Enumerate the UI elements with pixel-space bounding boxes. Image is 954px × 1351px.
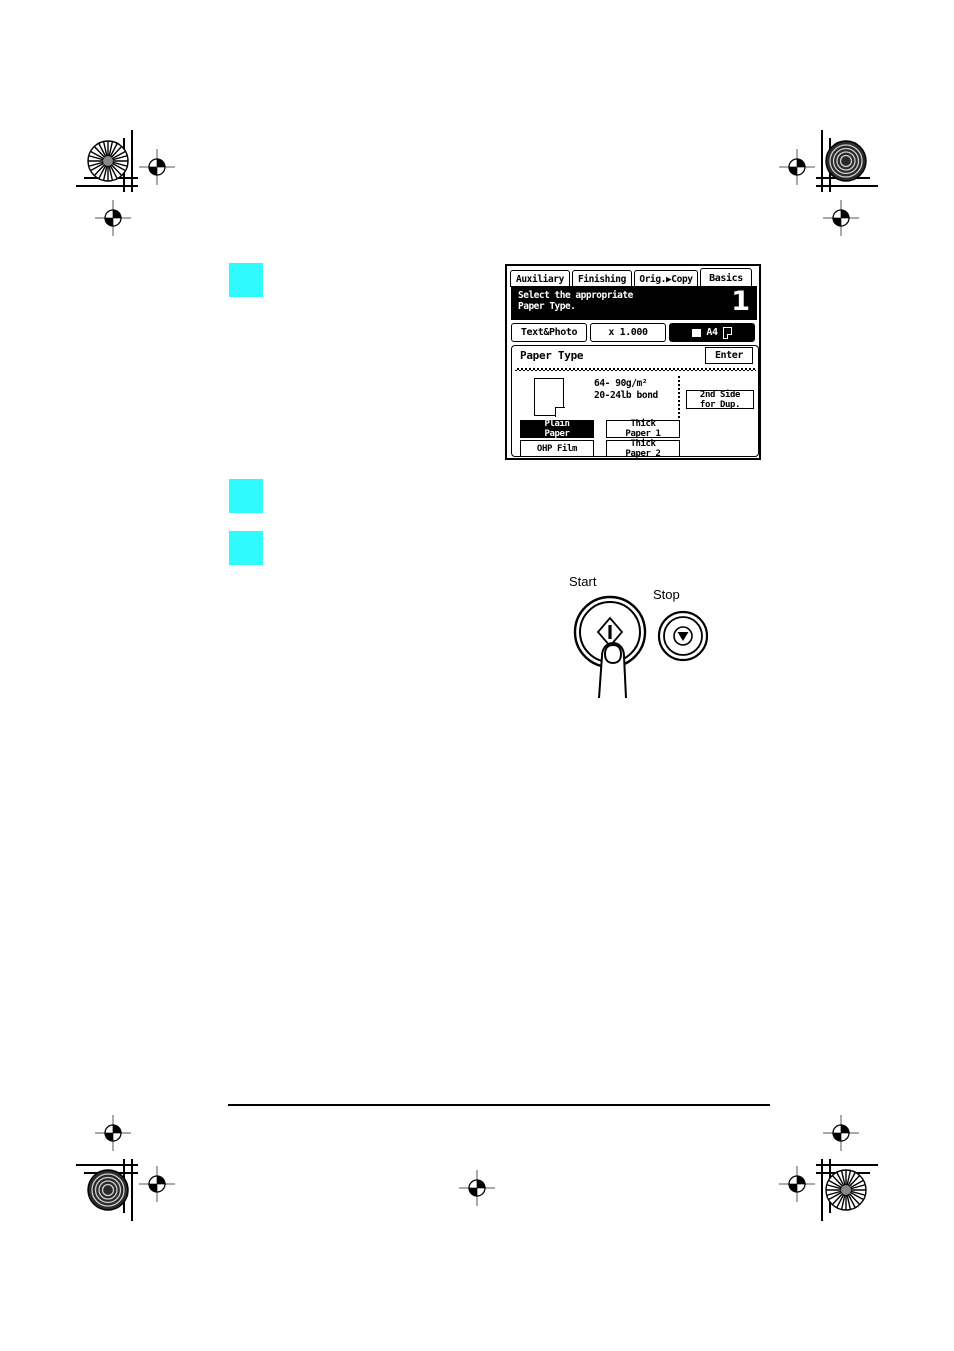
paper-type-thick-paper-1-label: Thick Paper 1	[625, 419, 661, 439]
status-zoom-ratio[interactable]: x 1.000	[590, 323, 666, 342]
second-side-for-duplex-label: 2nd Side for Dup.	[699, 389, 741, 410]
portrait-sheet-icon	[722, 326, 733, 339]
tab-orig-to-copy[interactable]: Orig.▶Copy	[634, 270, 698, 287]
concentric-target-bottom-left	[87, 1169, 129, 1211]
registration-mark	[779, 149, 815, 185]
enter-button[interactable]: Enter	[705, 347, 753, 364]
registration-mark-center-bottom	[459, 1170, 495, 1206]
tab-auxiliary-label: Auxiliary	[516, 273, 564, 285]
status-original-mode-label: Text&Photo	[520, 327, 578, 338]
paper-type-ohp-film-button[interactable]: OHP Film	[520, 440, 594, 457]
registration-mark	[139, 149, 175, 185]
status-zoom-ratio-label: x 1.000	[608, 327, 648, 338]
status-paper-size[interactable]: A4	[669, 323, 755, 342]
stop-key-button	[657, 610, 709, 662]
paper-type-panel: Paper Type Enter 64- 90g/m² 20-24lb bond…	[511, 345, 759, 459]
panel-title: Paper Type	[520, 349, 584, 362]
paper-weight-text: 64- 90g/m² 20-24lb bond	[594, 378, 658, 401]
tab-finishing[interactable]: Finishing	[572, 270, 632, 287]
panel-header-divider	[515, 368, 756, 371]
tab-basics[interactable]: Basics	[700, 268, 752, 287]
registration-mark	[823, 1115, 859, 1151]
paper-type-plain-paper-label: Plain Paper	[544, 419, 570, 439]
paper-type-thick-paper-1-button[interactable]: Thick Paper 1	[606, 419, 680, 439]
status-original-mode[interactable]: Text&Photo	[511, 323, 587, 342]
paper-type-thick-paper-2-label: Thick Paper 2	[625, 438, 661, 459]
paper-tray-icon	[692, 328, 702, 337]
step-chip-1	[229, 263, 263, 297]
concentric-target-top-right	[825, 140, 867, 182]
tab-orig-to-copy-label: Orig.▶Copy	[639, 273, 693, 285]
registration-mark	[95, 200, 131, 236]
lcd-tab-row: Auxiliary Finishing Orig.▶Copy Basics	[510, 268, 760, 287]
stop-key-label: Stop	[653, 587, 680, 602]
registration-mark	[95, 1115, 131, 1151]
paper-type-ohp-film-label: OHP Film	[536, 443, 578, 454]
paper-sheet-illustration	[534, 378, 565, 417]
second-side-for-duplex-button[interactable]: 2nd Side for Dup.	[686, 389, 754, 410]
tab-basics-label: Basics	[709, 272, 743, 284]
registration-mark	[139, 1166, 175, 1202]
status-paper-size-label: A4	[706, 327, 718, 338]
lcd-message-text: Select the appropriate Paper Type.	[518, 290, 633, 312]
lcd-message-band: Select the appropriate Paper Type. 1	[511, 286, 757, 320]
pointing-finger-icon	[598, 641, 627, 699]
paper-type-plain-paper-button[interactable]: Plain Paper	[520, 419, 594, 439]
start-stop-keys-illustration: Start Stop	[569, 574, 709, 699]
registration-mark	[779, 1166, 815, 1202]
star-target-bottom-right	[825, 1169, 867, 1211]
paper-type-thick-paper-2-button[interactable]: Thick Paper 2	[606, 438, 680, 459]
lcd-status-row: Text&Photo x 1.000 A4	[511, 322, 759, 343]
copy-count-display: 1	[731, 286, 750, 317]
step-chip-2	[229, 479, 263, 513]
enter-button-label: Enter	[714, 350, 744, 361]
tab-auxiliary[interactable]: Auxiliary	[510, 270, 570, 287]
footer-divider-rule	[228, 1104, 770, 1106]
manual-page: Auxiliary Finishing Orig.▶Copy Basics Se…	[0, 0, 954, 1351]
star-target-top-left	[87, 140, 129, 182]
copier-lcd-panel: Auxiliary Finishing Orig.▶Copy Basics Se…	[505, 264, 761, 460]
tab-finishing-label: Finishing	[578, 273, 626, 285]
start-key-label: Start	[569, 574, 597, 589]
paper-type-panel-header: Paper Type Enter	[512, 346, 758, 368]
step-chip-3	[229, 531, 263, 565]
registration-mark	[823, 200, 859, 236]
